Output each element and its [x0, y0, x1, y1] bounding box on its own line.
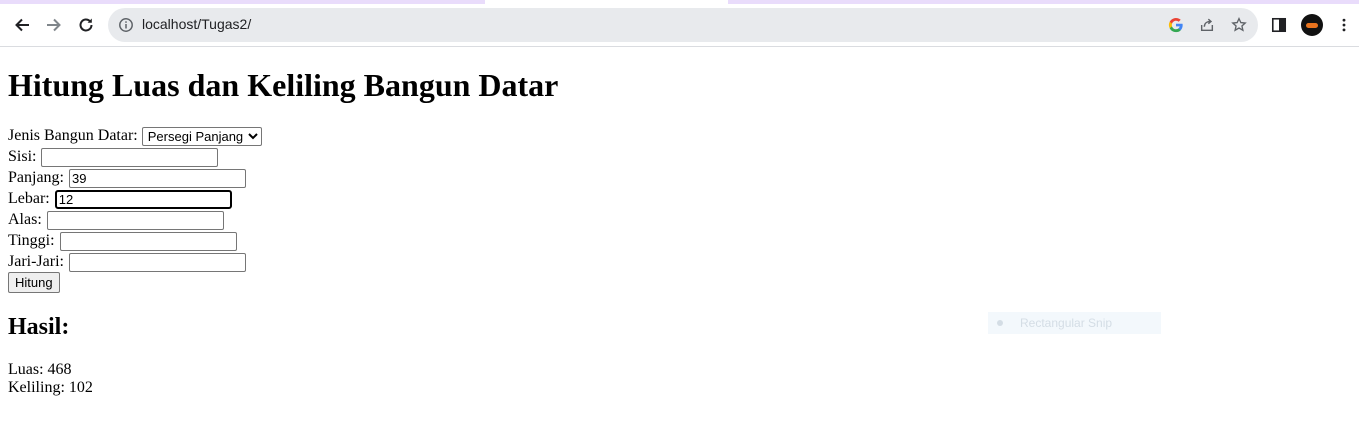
sisi-row: Sisi: [8, 146, 1348, 167]
share-icon[interactable] [1198, 16, 1216, 34]
alas-label: Alas: [8, 211, 42, 228]
forward-icon[interactable] [40, 11, 68, 39]
address-bar[interactable]: localhost/Tugas2/ [108, 8, 1258, 42]
hitung-button[interactable]: Hitung [8, 272, 60, 293]
site-info-icon[interactable] [118, 17, 134, 33]
tinggi-row: Tinggi: [8, 230, 1348, 251]
jenis-label: Jenis Bangun Datar: [8, 127, 138, 144]
page-content: Hitung Luas dan Keliling Bangun Datar Je… [8, 46, 1348, 397]
snip-dot-icon [997, 320, 1003, 326]
panjang-row: Panjang: [8, 167, 1348, 188]
tinggi-input[interactable] [59, 231, 237, 251]
jari-jari-label: Jari-Jari: [8, 253, 64, 270]
keliling-result: Keliling: 102 [8, 379, 93, 396]
tinggi-label: Tinggi: [8, 232, 55, 249]
tab-left[interactable] [0, 0, 485, 4]
jari-jari-row: Jari-Jari: [8, 251, 1348, 272]
jari-jari-input[interactable] [68, 252, 246, 272]
panjang-input[interactable] [69, 168, 246, 188]
side-panel-icon[interactable] [1269, 15, 1289, 35]
luas-result: Luas: 468 [8, 361, 72, 378]
url-text[interactable]: localhost/Tugas2/ [142, 16, 251, 32]
back-icon[interactable] [8, 11, 36, 39]
snip-label: Rectangular Snip [1020, 316, 1113, 330]
reload-icon[interactable] [72, 11, 100, 39]
lebar-label: Lebar: [8, 190, 50, 207]
jenis-row: Jenis Bangun Datar: Persegi Panjang [8, 125, 1348, 146]
sisi-input[interactable] [41, 147, 219, 167]
bookmark-star-icon[interactable] [1230, 16, 1248, 34]
panjang-label: Panjang: [8, 169, 64, 186]
browser-toolbar: localhost/Tugas2/ [0, 5, 1359, 47]
alas-input[interactable] [46, 210, 224, 230]
tab-right[interactable] [728, 0, 1359, 4]
sisi-label: Sisi: [8, 148, 37, 165]
rectangular-snip-tooltip: Rectangular Snip [988, 312, 1161, 334]
page-title: Hitung Luas dan Keliling Bangun Datar [8, 67, 559, 103]
submit-row: Hitung [8, 272, 1348, 293]
google-icon[interactable] [1167, 16, 1185, 34]
lebar-row: Lebar: [8, 188, 1348, 209]
lebar-input[interactable] [54, 189, 232, 209]
jenis-select[interactable]: Persegi Panjang [141, 126, 262, 146]
alas-row: Alas: [8, 209, 1348, 230]
profile-avatar[interactable] [1301, 14, 1323, 36]
menu-kebab-icon[interactable] [1334, 15, 1354, 35]
